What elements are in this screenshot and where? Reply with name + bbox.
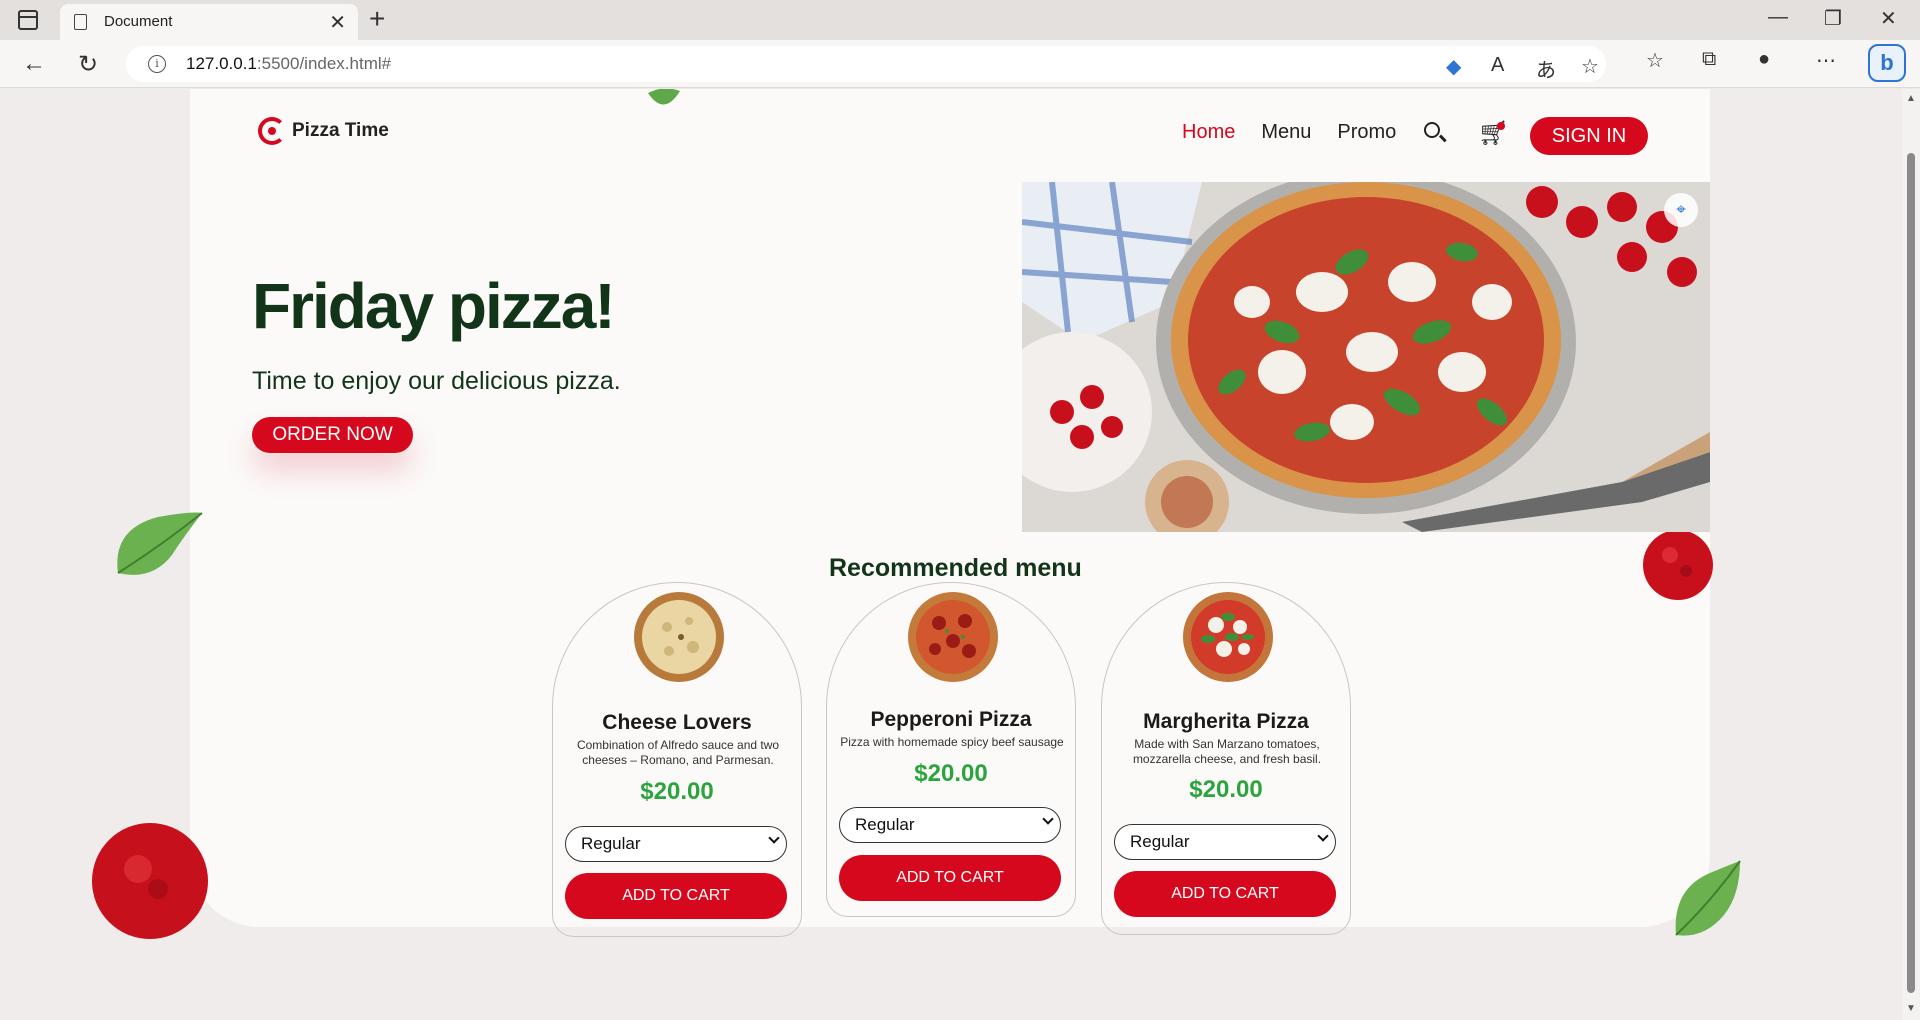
size-select-value: Regular	[855, 815, 915, 834]
menu-card-pepperoni: Pepperoni Pizza Pizza with homemade spic…	[826, 582, 1076, 917]
cheese-pizza-image	[634, 592, 724, 682]
search-icon[interactable]	[1424, 122, 1440, 138]
tab-actions-icon[interactable]	[18, 10, 38, 30]
menu-card-cheese-lovers: Cheese Lovers Combination of Alfredo sau…	[552, 582, 802, 937]
menu-item-description: Combination of Alfredo sauce and two che…	[576, 738, 780, 767]
tomato-icon	[92, 823, 208, 939]
page-viewport: Pizza Time Home Menu Promo 🛒︎ SIGN IN Fr…	[0, 89, 1902, 1020]
profile-icon[interactable]: ●	[1758, 48, 1770, 71]
size-select[interactable]: Regular	[565, 826, 787, 862]
browser-tab-bar: Document ✕ + — ❐ ✕	[0, 0, 1920, 40]
back-icon[interactable]: ←	[22, 50, 46, 78]
main-nav: Home Menu Promo	[1182, 121, 1396, 144]
scroll-up-icon[interactable]: ▲	[1906, 93, 1916, 104]
add-to-cart-button[interactable]: ADD TO CART	[565, 873, 787, 919]
basil-leaf-icon	[117, 512, 203, 575]
restore-icon[interactable]: ❐	[1824, 6, 1842, 31]
nav-promo[interactable]: Promo	[1337, 121, 1396, 144]
translate-icon[interactable]: あ	[1536, 54, 1556, 83]
close-window-icon[interactable]: ✕	[1880, 6, 1897, 31]
address-bar: ← ↻ i 127.0.0.1:5500/index.html# ◆ A あ ☆…	[0, 40, 1920, 88]
url-text: 127.0.0.1:5500/index.html#	[186, 54, 392, 73]
add-favorite-icon[interactable]: ☆	[1581, 54, 1599, 79]
hero-pizza-image	[1022, 182, 1710, 532]
nav-home[interactable]: Home	[1182, 121, 1235, 144]
logo-text: Pizza Time	[292, 120, 389, 141]
document-icon	[74, 14, 87, 30]
nav-menu[interactable]: Menu	[1261, 121, 1311, 144]
more-icon[interactable]: ⋯	[1816, 48, 1836, 73]
copilot-icon[interactable]: b	[1868, 44, 1906, 82]
minimize-icon[interactable]: —	[1768, 6, 1788, 29]
basil-leaf-icon	[1675, 860, 1741, 936]
menu-item-name: Cheese Lovers	[602, 711, 752, 734]
hero-subtitle: Time to enjoy our delicious pizza.	[252, 367, 621, 395]
chevron-down-icon	[1042, 813, 1054, 825]
logo[interactable]: Pizza Time	[258, 117, 389, 145]
recommended-heading: Recommended menu	[829, 554, 1082, 582]
menu-item-price: $20.00	[640, 778, 714, 805]
menu-item-name: Margherita Pizza	[1143, 710, 1309, 733]
margherita-pizza-image	[1183, 592, 1273, 682]
url-field[interactable]: i 127.0.0.1:5500/index.html# ◆ A あ ☆	[126, 46, 1606, 82]
scroll-thumb[interactable]	[1907, 153, 1915, 993]
size-select-value: Regular	[1130, 832, 1190, 851]
cart-badge	[1497, 122, 1505, 130]
browser-tab[interactable]: Document ✕	[60, 4, 358, 40]
order-now-button[interactable]: ORDER NOW	[252, 417, 413, 453]
pizza-logo-icon	[258, 117, 286, 145]
tomato-icon	[1643, 530, 1713, 600]
menu-item-description: Made with San Marzano tomatoes, mozzarel…	[1132, 737, 1322, 766]
tab-title: Document	[104, 13, 173, 30]
site-info-icon[interactable]: i	[148, 55, 166, 73]
menu-item-name: Pepperoni Pizza	[870, 708, 1032, 731]
collections-icon[interactable]: ⧉	[1702, 48, 1716, 71]
new-tab-icon[interactable]: +	[369, 3, 385, 35]
menu-card-margherita: Margherita Pizza Made with San Marzano t…	[1101, 582, 1351, 935]
scroll-down-icon[interactable]: ▼	[1906, 1003, 1916, 1014]
sign-in-button[interactable]: SIGN IN	[1530, 117, 1648, 155]
add-to-cart-button[interactable]: ADD TO CART	[839, 855, 1061, 901]
menu-item-price: $20.00	[914, 760, 988, 787]
size-select[interactable]: Regular	[839, 807, 1061, 843]
hero-title: Friday pizza!	[252, 270, 616, 342]
refresh-icon[interactable]: ↻	[78, 50, 98, 79]
close-tab-icon[interactable]: ✕	[329, 10, 346, 35]
menu-item-description: Pizza with homemade spicy beef sausage	[840, 735, 1064, 749]
pepperoni-pizza-image	[908, 592, 998, 682]
favorites-icon[interactable]: ☆	[1646, 48, 1664, 73]
visual-search-icon[interactable]: ⌖	[1664, 193, 1698, 227]
page-scrollbar[interactable]: ▲ ▼	[1902, 89, 1920, 1020]
size-select[interactable]: Regular	[1114, 824, 1336, 860]
read-aloud-icon[interactable]: A	[1491, 54, 1504, 77]
size-select-value: Regular	[581, 834, 641, 853]
add-to-cart-button[interactable]: ADD TO CART	[1114, 871, 1336, 917]
chevron-down-icon	[768, 832, 780, 844]
basil-leaf-icon	[648, 89, 680, 105]
shopping-tag-icon[interactable]: ◆	[1446, 54, 1461, 79]
chevron-down-icon	[1317, 830, 1329, 842]
menu-item-price: $20.00	[1189, 776, 1263, 803]
